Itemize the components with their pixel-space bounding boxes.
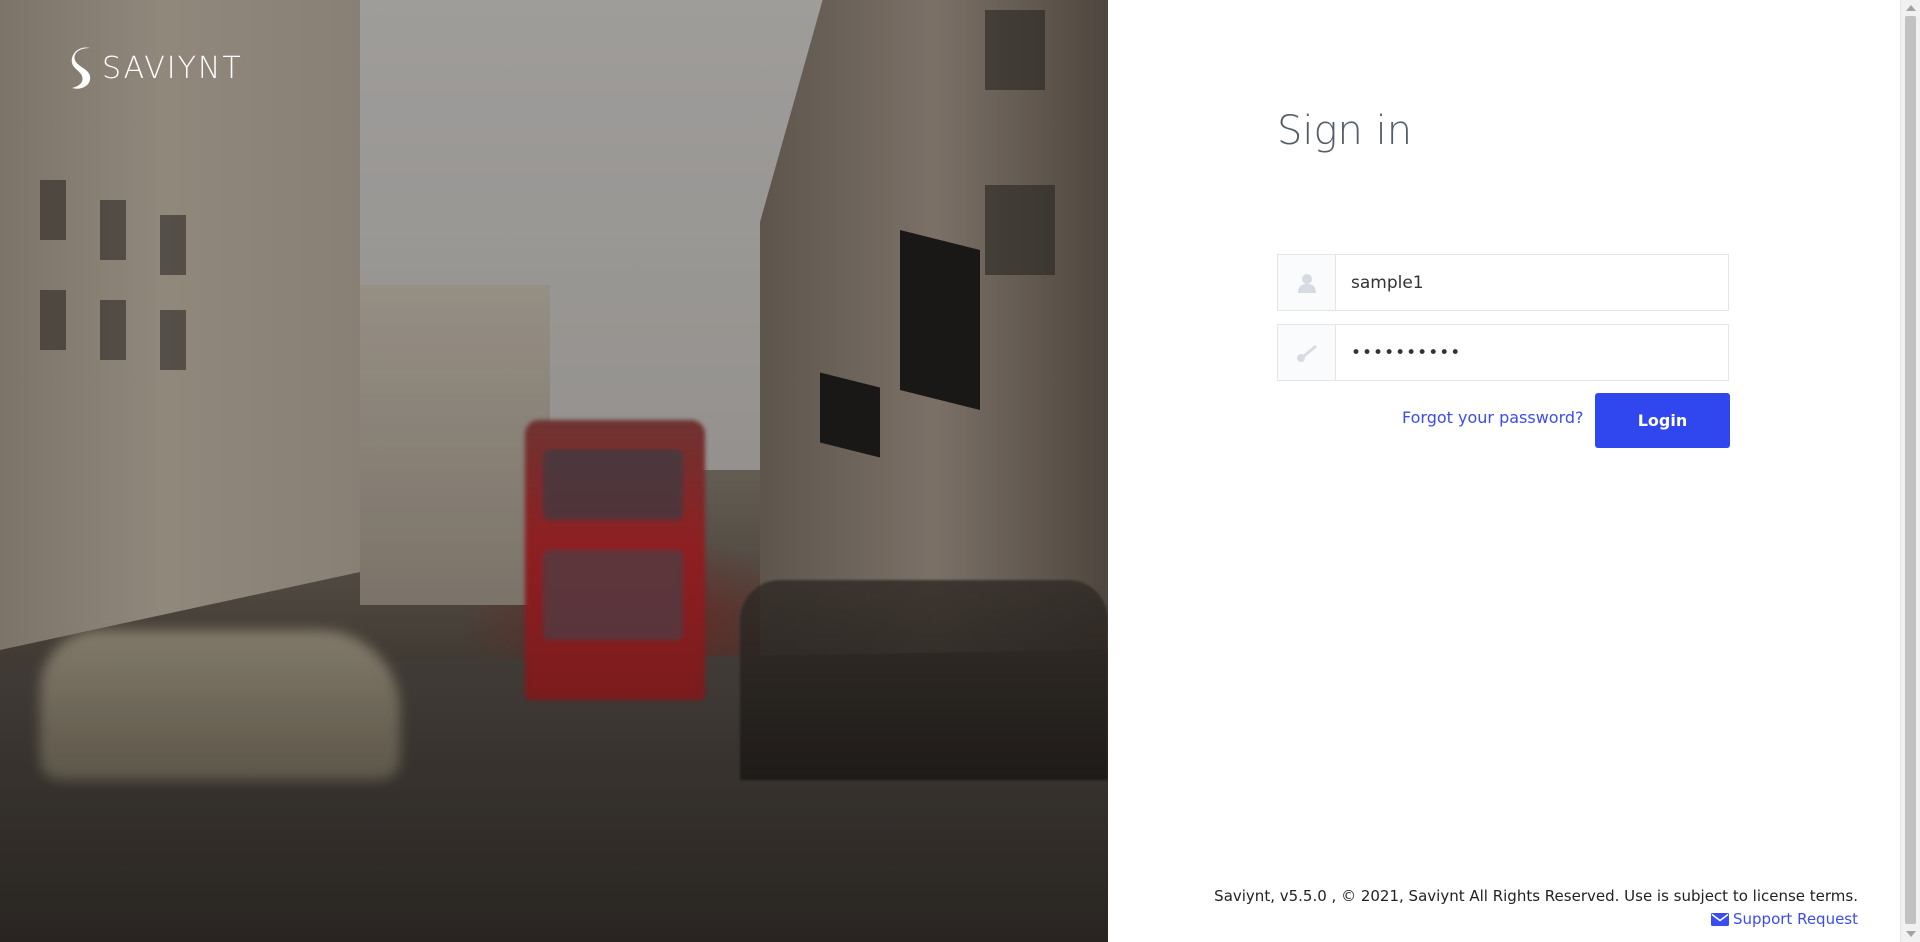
page-title: Sign in <box>1277 108 1413 154</box>
saviynt-logo: SAVIYNT <box>68 44 243 92</box>
scrollbar-thumb[interactable] <box>1905 16 1916 924</box>
username-addon <box>1278 255 1336 310</box>
hero-background-image: SAVIYNT <box>0 0 1108 942</box>
user-icon <box>1297 273 1316 293</box>
key-icon <box>1296 344 1317 362</box>
scroll-down-arrow-icon[interactable] <box>1906 931 1916 937</box>
copyright-text: Saviynt, v5.5.0 , © 2021, Saviynt All Ri… <box>1214 887 1858 905</box>
username-input[interactable] <box>1336 255 1728 310</box>
password-addon <box>1278 325 1336 380</box>
envelope-icon <box>1711 913 1729 926</box>
footer: Saviynt, v5.5.0 , © 2021, Saviynt All Ri… <box>1214 885 1858 933</box>
support-request-link[interactable]: Support Request <box>1711 908 1858 931</box>
forgot-password-link[interactable]: Forgot your password? <box>1402 408 1584 427</box>
password-field <box>1277 324 1729 381</box>
support-request-label: Support Request <box>1733 910 1858 928</box>
brand-name: SAVIYNT <box>102 50 243 86</box>
page-scrollbar[interactable] <box>1900 0 1920 942</box>
password-input[interactable] <box>1336 325 1728 380</box>
login-panel: Sign in Forgot your password? Login Savi… <box>1108 0 1900 942</box>
saviynt-logo-mark-icon <box>71 47 91 89</box>
username-field <box>1277 254 1729 311</box>
login-button[interactable]: Login <box>1595 393 1730 448</box>
scroll-up-arrow-icon[interactable] <box>1906 5 1916 11</box>
